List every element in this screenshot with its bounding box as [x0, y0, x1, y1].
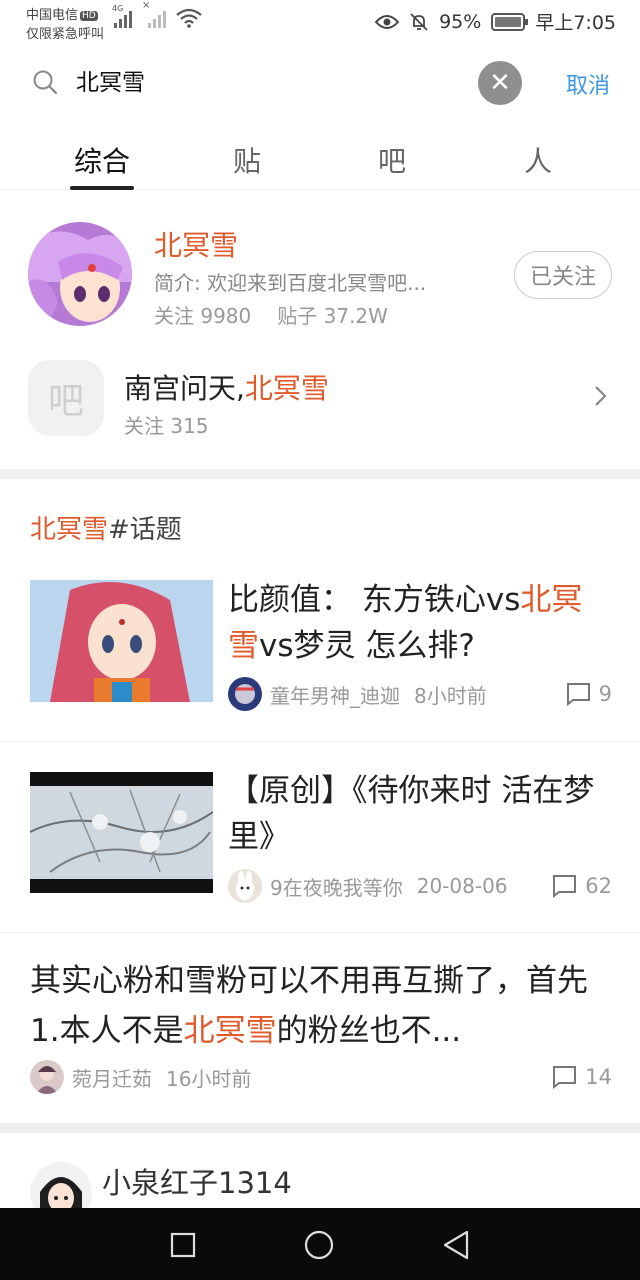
section-divider [0, 1123, 640, 1133]
signal-2-icon: × [142, 0, 166, 28]
signal-group: 4G × [112, 0, 202, 28]
chevron-right-icon[interactable] [594, 384, 608, 408]
bar-intro: 简介: 欢迎来到百度北冥雪吧... [154, 271, 427, 295]
post-title[interactable]: 比颜值： 东方铁心vs北冥雪vs梦灵 怎么排? [228, 577, 608, 669]
tab-active-indicator [70, 186, 134, 190]
post-title[interactable]: 其实心粉和雪粉可以不用再互撕了，首先 1.本人不是北冥雪的粉丝也不... [30, 956, 614, 1056]
comment-count[interactable]: 9 [565, 682, 612, 706]
result-tabs: 综合 贴 吧 人 [0, 130, 640, 190]
hd-badge: HD [80, 11, 98, 21]
search-input[interactable] [76, 67, 456, 93]
comment-icon [553, 1066, 577, 1089]
clock: 早上7:05 [535, 12, 616, 34]
author-avatar[interactable] [228, 869, 262, 903]
bar-post-count: 贴子 37.2W [277, 304, 388, 328]
home-icon[interactable] [304, 1230, 334, 1260]
search-icon [33, 70, 58, 95]
post-thumbnail[interactable] [30, 580, 213, 702]
wifi-icon [176, 8, 202, 28]
section-divider [0, 469, 640, 479]
back-icon[interactable] [442, 1230, 470, 1260]
status-right: 95% 早上7:05 [375, 8, 616, 35]
status-bar: 中国电信 HD 仅限紧急呼叫 4G × 95% 早上7:05 [0, 0, 640, 44]
post-title[interactable]: 【原创】《待你来时 活在梦里》 [228, 768, 608, 860]
mute-bell-icon [410, 12, 428, 31]
post-thumbnail[interactable] [30, 772, 213, 893]
bar-placeholder-icon: 吧 [28, 360, 104, 436]
signal-icon: 4G [112, 4, 132, 28]
row-separator [0, 741, 640, 742]
bar-follow-count: 关注 9980 [154, 304, 252, 328]
recents-icon[interactable] [170, 1232, 196, 1258]
system-nav-bar [0, 1208, 640, 1280]
tab-bars[interactable]: 吧 [352, 140, 432, 180]
bar-stats: 关注 9980 贴子 37.2W [154, 300, 388, 329]
bar-title[interactable]: 北冥雪 [154, 224, 238, 264]
comment-count[interactable]: 14 [551, 1065, 612, 1089]
topic-section-header[interactable]: 北冥雪#话题 [30, 509, 182, 546]
post-meta: 9在夜晚我等你 20-08-06 62 [228, 869, 612, 903]
post-time: 20-08-06 [416, 874, 508, 898]
post-time: 16小时前 [166, 1066, 252, 1091]
post-meta: 菀月迁茹 16小时前 14 [30, 1060, 612, 1094]
tab-posts[interactable]: 贴 [207, 140, 287, 180]
comment-count[interactable]: 62 [551, 874, 612, 898]
bar2-follow-count: 关注 315 [124, 414, 209, 438]
tab-people[interactable]: 人 [498, 140, 578, 180]
tab-comprehensive[interactable]: 综合 [62, 140, 142, 180]
close-icon: ✕ [489, 68, 511, 98]
battery-percent: 95% [439, 10, 482, 33]
carrier-label: 中国电信 HD [26, 8, 98, 23]
user-name[interactable]: 小泉红子1314 [102, 1160, 292, 1202]
comment-icon [566, 683, 590, 706]
comment-icon [553, 875, 577, 898]
post-meta: 童年男神_迪迦 8小时前 9 [228, 677, 612, 711]
search-bar: ✕ 取消 [0, 55, 640, 111]
author-name[interactable]: 童年男神_迪迦 [270, 680, 400, 709]
followed-button[interactable]: 已关注 [514, 251, 612, 299]
author-name[interactable]: 9在夜晚我等你 [270, 872, 403, 901]
author-avatar[interactable] [228, 677, 262, 711]
cancel-button[interactable]: 取消 [566, 68, 610, 100]
battery-icon [491, 12, 529, 31]
bar-avatar[interactable] [28, 222, 132, 326]
eye-icon [375, 14, 400, 29]
author-name[interactable]: 菀月迁茹 [72, 1063, 152, 1092]
post-time: 8小时前 [414, 683, 487, 708]
emergency-only-label: 仅限紧急呼叫 [26, 27, 105, 42]
bar2-title[interactable]: 南宫问天,北冥雪 [124, 367, 329, 407]
row-separator [0, 932, 640, 933]
author-avatar[interactable] [30, 1060, 64, 1094]
clear-search-button[interactable]: ✕ [478, 61, 522, 105]
